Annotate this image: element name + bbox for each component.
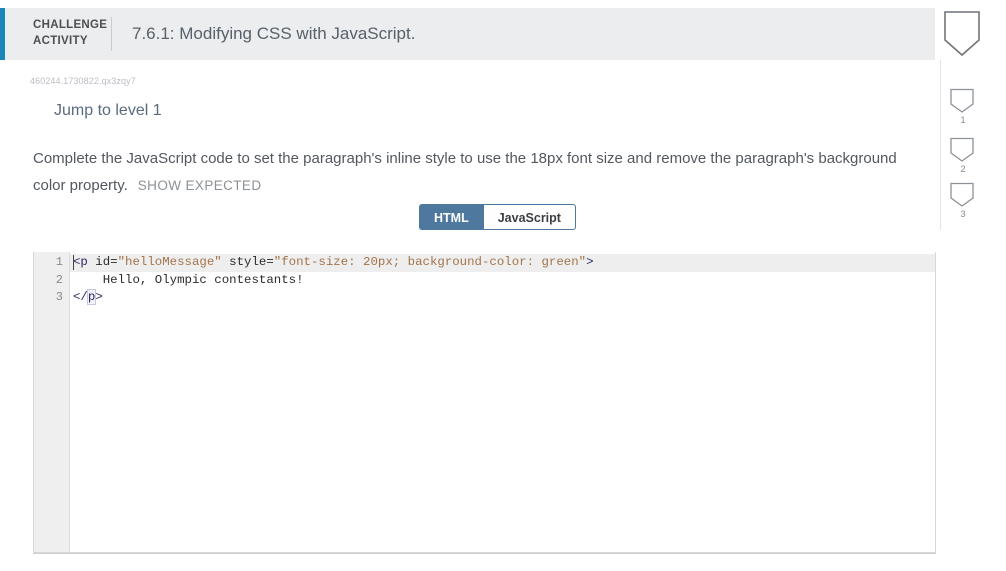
- rail-step-3[interactable]: 3: [949, 182, 977, 220]
- header-accent-bar: [0, 8, 5, 60]
- shield-outline-icon: [944, 11, 980, 57]
- line-number: 1: [55, 255, 63, 269]
- code-token: >: [586, 255, 594, 269]
- editor-tab-row: HTML JavaScript: [419, 204, 576, 230]
- text-cursor: [73, 255, 74, 270]
- challenge-activity-label: CHALLENGE ACTIVITY: [33, 18, 107, 49]
- code-line-2[interactable]: Hello, Olympic contestants!: [70, 272, 935, 290]
- rail-step-number: 1: [960, 115, 966, 126]
- header-divider: [111, 17, 112, 51]
- rail-step-1[interactable]: 1: [949, 88, 977, 126]
- code-token: Hello, Olympic contestants!: [73, 272, 304, 287]
- code-token: "helloMessage": [117, 255, 222, 269]
- line-number: 3: [55, 290, 63, 304]
- challenge-activity-header: CHALLENGE ACTIVITY 7.6.1: Modifying CSS …: [0, 8, 935, 60]
- code-token: <p: [73, 255, 88, 269]
- rail-step-number: 3: [960, 209, 966, 220]
- activity-id-text: 460244.1730822.qx3zqy7: [30, 76, 136, 86]
- rail-step-number: 2: [960, 164, 966, 175]
- code-token: </: [73, 290, 88, 304]
- code-token: "font-size: 20px; background-color: gree…: [273, 255, 587, 269]
- code-token: >: [95, 290, 103, 304]
- editor-bottom-rule: [33, 553, 936, 554]
- code-token: id=: [87, 255, 118, 269]
- tab-html[interactable]: HTML: [419, 204, 483, 230]
- shield-outline-icon: [950, 182, 974, 207]
- editor-code-area[interactable]: <p id="helloMessage" style="font-size: 2…: [70, 252, 935, 552]
- jump-to-level-link[interactable]: Jump to level 1: [54, 102, 162, 120]
- code-line-1[interactable]: <p id="helloMessage" style="font-size: 2…: [70, 254, 935, 272]
- code-token: style=: [221, 255, 274, 269]
- challenge-label-line-1: CHALLENGE: [33, 19, 108, 32]
- page-title: 7.6.1: Modifying CSS with JavaScript.: [132, 24, 416, 43]
- rail-step-2[interactable]: 2: [949, 137, 977, 175]
- instruction-text: Complete the JavaScript code to set the …: [33, 145, 933, 199]
- shield-outline-icon: [950, 137, 974, 162]
- tab-javascript[interactable]: JavaScript: [482, 204, 576, 230]
- editor-gutter: 1 2 3: [34, 252, 70, 552]
- rail-divider: [940, 60, 941, 230]
- code-editor[interactable]: 1 2 3 <p id="helloMessage" style="font-s…: [33, 252, 936, 553]
- challenge-label-line-2: ACTIVITY: [33, 35, 88, 47]
- code-line-3[interactable]: </p>: [70, 289, 935, 307]
- show-expected-button[interactable]: SHOW EXPECTED: [138, 178, 262, 193]
- line-number: 2: [55, 272, 63, 287]
- shield-outline-icon: [950, 88, 974, 113]
